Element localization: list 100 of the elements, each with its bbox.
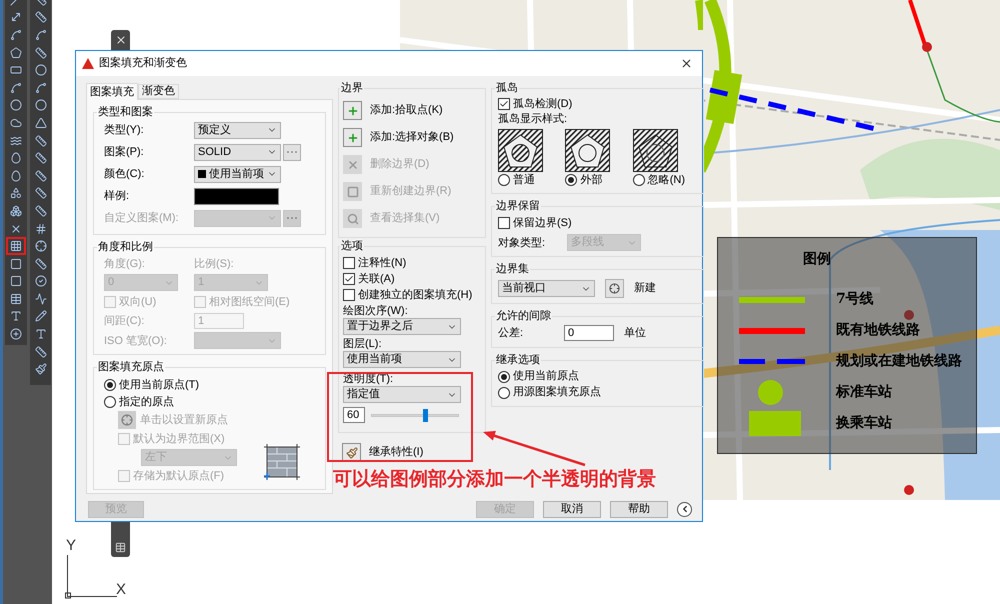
boundary-action-label: 重新创建边界(R) xyxy=(370,184,452,200)
checkbox[interactable] xyxy=(343,273,355,285)
radio-label: 外部 xyxy=(580,172,602,188)
ruler-icon xyxy=(34,346,46,358)
radio-label: 普通 xyxy=(513,172,535,188)
tab[interactable]: 图案填充 xyxy=(86,83,138,100)
square-icon xyxy=(10,258,22,270)
dropdown[interactable]: 指定值 xyxy=(343,386,461,403)
color-swatch xyxy=(198,170,206,178)
checkbox-label: 相对图纸空间(E) xyxy=(209,295,290,309)
dropdown[interactable]: 预定义 xyxy=(194,122,281,138)
radio-label: 忽略(N) xyxy=(648,172,685,188)
group-title: 选项 xyxy=(340,240,364,253)
group-title: 允许的间隙 xyxy=(495,310,552,323)
radio-label: 用源图案填充原点 xyxy=(513,384,601,400)
ruler-icon xyxy=(34,152,46,164)
curve-icon xyxy=(34,28,46,41)
table-icon xyxy=(10,292,22,305)
shapes-icon xyxy=(10,187,22,200)
sample-swatch[interactable] xyxy=(194,188,279,204)
radio-button[interactable] xyxy=(498,370,510,382)
radio-button[interactable] xyxy=(565,174,578,186)
checkbox[interactable] xyxy=(343,257,355,269)
field-label: 颜色(C): xyxy=(104,167,146,181)
table-icon[interactable] xyxy=(115,542,126,553)
add-button[interactable] xyxy=(343,101,362,120)
boundary-action-label: 添加:拾取点(K) xyxy=(370,102,443,118)
dropdown[interactable]: 当前视口 xyxy=(498,280,595,297)
legend-title: 图例 xyxy=(803,250,831,268)
checkbox[interactable] xyxy=(343,289,355,301)
input-field[interactable]: 0 xyxy=(564,325,614,342)
legend-label: 换乘车站 xyxy=(836,414,892,433)
checkbox[interactable] xyxy=(498,217,510,229)
field-label: 样例: xyxy=(104,189,130,203)
group-title: 图案填充原点 xyxy=(97,361,165,374)
close-icon[interactable] xyxy=(114,34,126,46)
checkbox-label: 存储为默认原点(F) xyxy=(133,469,224,483)
checkbox[interactable] xyxy=(498,98,510,110)
axis-label: X xyxy=(116,580,126,600)
paintbrush-icon xyxy=(34,363,46,376)
plus-icon xyxy=(346,132,358,144)
check-icon xyxy=(344,274,354,284)
ruler-icon xyxy=(34,170,46,182)
check-icon xyxy=(499,99,509,109)
crosshair-icon xyxy=(121,414,133,426)
checkbox-label: 默认为边界范围(X) xyxy=(133,432,225,446)
radio-button[interactable] xyxy=(632,174,645,186)
boundary-action-label: 查看选择集(V) xyxy=(370,211,440,226)
crosshair-icon xyxy=(34,240,46,252)
legend-label: 规划或在建地铁线路 xyxy=(836,352,962,371)
radio-label: 使用当前原点(T) xyxy=(119,378,200,393)
ruler-icon xyxy=(34,134,46,147)
field-label: 类型(Y): xyxy=(104,123,145,137)
legend-label: 7号线 xyxy=(836,290,874,309)
group-title: 边界 xyxy=(340,82,364,95)
tab[interactable]: 渐变色 xyxy=(138,84,179,99)
curve-icon xyxy=(10,28,22,41)
dropdown[interactable]: 使用当前项 xyxy=(194,166,281,182)
unit-label: 单位 xyxy=(624,326,646,341)
dropdown[interactable]: 置于边界之后 xyxy=(343,318,461,335)
wave-icon xyxy=(10,134,22,147)
boundary-action-label: 添加:选择对象(B) xyxy=(370,130,454,146)
circle-icon xyxy=(10,99,22,112)
legend-label: 标准车站 xyxy=(836,383,892,402)
ruler-icon xyxy=(34,204,46,217)
collapse-button[interactable] xyxy=(677,502,692,516)
boundary-action-label: 删除边界(D) xyxy=(370,157,430,172)
search-icon xyxy=(346,212,358,224)
circle-icon xyxy=(34,64,46,76)
inherit-label: 继承特性(I) xyxy=(369,445,424,460)
radio-button[interactable] xyxy=(498,386,510,398)
tool-button[interactable] xyxy=(6,237,26,255)
checkbox-label: 双向(U) xyxy=(119,295,156,309)
input-field[interactable]: 60 xyxy=(343,407,365,423)
group-title: 继承选项 xyxy=(495,354,541,366)
diagonal-arrow-icon xyxy=(10,11,22,24)
dialog-button[interactable]: 帮助 xyxy=(610,500,668,518)
checkbox-label: 创建独立的图案填充(H) xyxy=(358,288,472,302)
axis-label: Y xyxy=(66,536,76,556)
slider-thumb[interactable] xyxy=(423,408,428,422)
radio-button[interactable] xyxy=(498,174,510,186)
select-set-button[interactable] xyxy=(605,279,624,298)
add-button[interactable] xyxy=(343,128,362,147)
cross-icon xyxy=(10,222,22,235)
dropdown[interactable]: 使用当前项 xyxy=(343,351,461,368)
group-title: 边界集 xyxy=(495,263,530,276)
radio-label: 指定的原点 xyxy=(119,394,174,410)
window-title: 图案填充和渐变色 xyxy=(99,56,187,72)
pentagon-icon xyxy=(10,46,22,59)
hash-icon xyxy=(34,222,46,235)
radio-button[interactable] xyxy=(104,379,116,391)
close-icon xyxy=(680,57,692,70)
annotation-text: 可以给图例部分添加一个半透明的背景 xyxy=(333,468,656,492)
radio-button[interactable] xyxy=(104,396,116,408)
paintbrush-icon xyxy=(346,446,358,458)
dropdown[interactable]: SOLID xyxy=(194,144,281,160)
field-label: 角度(G): xyxy=(104,257,146,271)
dialog-button[interactable]: 取消 xyxy=(543,500,601,518)
field-label: 绘图次序(W): xyxy=(343,304,408,318)
group-title: 类型和图案 xyxy=(97,106,154,119)
